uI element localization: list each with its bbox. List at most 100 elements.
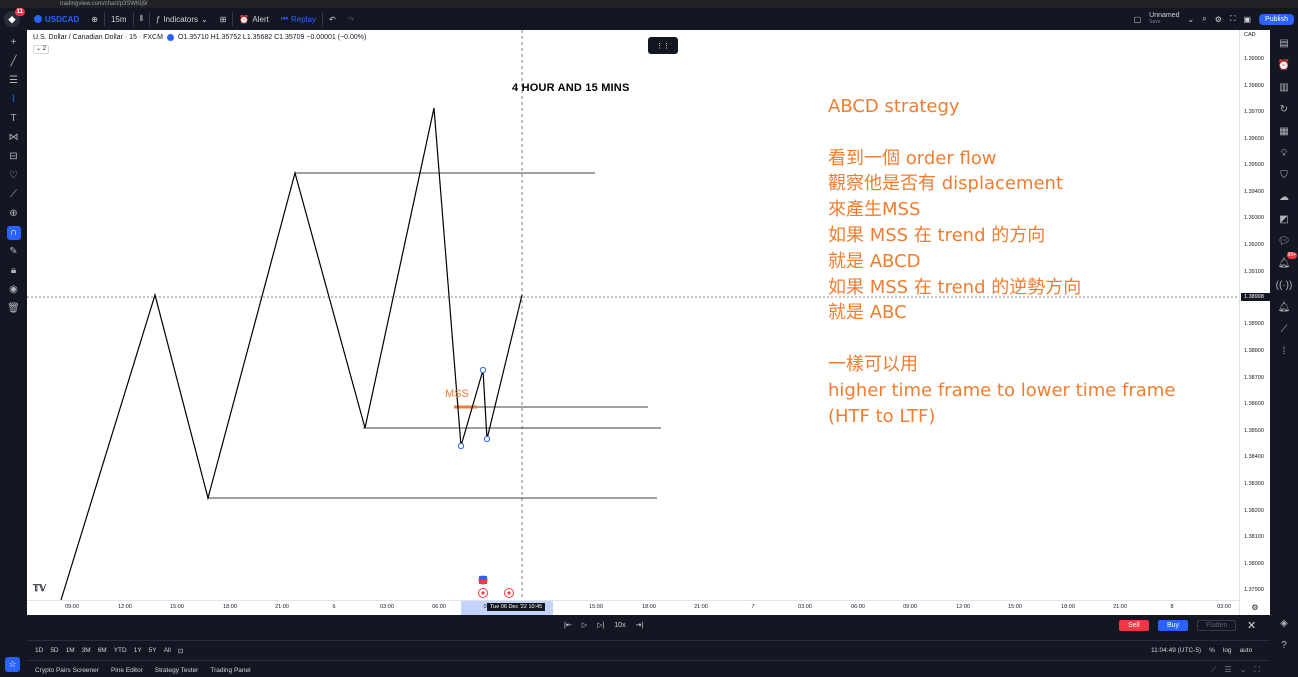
- legend-title: U.S. Dollar / Canadian Dollar · 15 · FXC…: [33, 34, 163, 41]
- layout-name-button[interactable]: Unnamed Save: [1149, 12, 1179, 26]
- data-window-icon[interactable]: ▥: [1277, 80, 1291, 94]
- layouts-button[interactable]: ⊞: [214, 8, 233, 30]
- percent-toggle[interactable]: %: [1209, 647, 1215, 654]
- streams-icon[interactable]: ◩: [1277, 212, 1291, 226]
- time-tick-label: 03:00: [798, 604, 812, 610]
- ruler-icon[interactable]: ⟋: [7, 188, 21, 202]
- clock-timezone[interactable]: 11:04:49 (UTC-5): [1151, 647, 1201, 654]
- gear-icon[interactable]: ⚙: [1215, 15, 1222, 24]
- ideas-lightbulb-icon[interactable]: 💡︎: [1277, 146, 1291, 160]
- price-tick-label: 1.38000: [1244, 561, 1264, 567]
- broadcast-icon[interactable]: ((·)): [1276, 278, 1293, 292]
- series-legend[interactable]: U.S. Dollar / Canadian Dollar · 15 · FXC…: [33, 34, 366, 41]
- bottom-tab[interactable]: Trading Panel: [210, 667, 250, 674]
- range-button[interactable]: YTD: [114, 647, 127, 655]
- exit-replay-icon[interactable]: ⇥|: [636, 621, 644, 629]
- auto-toggle[interactable]: auto: [1240, 647, 1253, 654]
- search-icon[interactable]: ⌕: [1202, 14, 1206, 24]
- range-button[interactable]: 5D: [50, 647, 58, 655]
- chevron-down-icon[interactable]: ⌄: [1188, 15, 1195, 24]
- interval-button[interactable]: 15m: [105, 8, 133, 30]
- range-button[interactable]: 6M: [98, 647, 107, 655]
- zoom-in-icon[interactable]: ⊕: [7, 207, 21, 221]
- replay-speed[interactable]: 10x: [614, 622, 625, 629]
- close-replay-icon[interactable]: ✕: [1247, 619, 1256, 632]
- note-line: 如果 MSS 在 trend 的逆勢方向: [828, 276, 1082, 298]
- undo-button[interactable]: ↶: [323, 8, 342, 30]
- fullscreen-icon[interactable]: ⛶: [1230, 14, 1236, 24]
- star-favorites-icon[interactable]: ☆: [5, 657, 20, 672]
- hotlist-icon[interactable]: ↻: [1277, 102, 1291, 116]
- comments-icon[interactable]: 💬︎: [1277, 234, 1291, 248]
- layers-icon[interactable]: ◈: [1277, 616, 1291, 630]
- measure-ruler-icon[interactable]: ⊟: [7, 150, 21, 164]
- price-tick-label: 1.38800: [1244, 348, 1264, 354]
- browser-url[interactable]: tradingview.com/chart/p3SWKlj9/: [60, 1, 148, 7]
- pattern-icon[interactable]: ⌇: [7, 93, 21, 107]
- currency-label[interactable]: CAD: [1244, 32, 1256, 38]
- price-tick-label: 1.39200: [1244, 242, 1264, 248]
- range-button[interactable]: 1M: [66, 647, 75, 655]
- publish-button[interactable]: Publish: [1259, 13, 1294, 25]
- symbol-search-button[interactable]: USDCAD: [28, 8, 85, 30]
- magnet-icon[interactable]: ∩: [6, 226, 21, 240]
- signal-chart-icon[interactable]: ⟋: [1277, 322, 1291, 336]
- step-forward-icon[interactable]: ▷|: [597, 621, 604, 629]
- log-toggle[interactable]: log: [1223, 647, 1232, 654]
- bottom-tab[interactable]: Crypto Pairs Screener: [35, 667, 99, 674]
- camera-icon[interactable]: ▣: [1243, 15, 1251, 24]
- tv-logo-icon: ◆: [8, 13, 16, 24]
- minimize-icon[interactable]: ⌄: [1240, 665, 1247, 675]
- strategy-icon[interactable]: ⟋: [1211, 665, 1217, 675]
- range-button[interactable]: 1Y: [134, 647, 142, 655]
- chart-pane[interactable]: U.S. Dollar / Canadian Dollar · 15 · FXC…: [27, 30, 1239, 615]
- time-tick-label: 03:00: [1217, 604, 1231, 610]
- dom-icon[interactable]: ⁞: [1277, 344, 1291, 358]
- flatten-button[interactable]: Flatten: [1197, 620, 1237, 631]
- buy-button[interactable]: Buy: [1158, 620, 1189, 631]
- lock-icon[interactable]: 🔒︎: [7, 264, 21, 278]
- trash-icon[interactable]: 🗑︎: [7, 302, 21, 316]
- play-icon[interactable]: ▷: [582, 621, 587, 629]
- help-icon[interactable]: ?: [1277, 638, 1291, 652]
- notifications-icon[interactable]: 🔔︎ 99+: [1277, 252, 1297, 270]
- compare-symbol-button[interactable]: ⊕: [85, 8, 104, 30]
- bottom-tab[interactable]: Pine Editor: [111, 667, 143, 674]
- shield-icon[interactable]: ⛉: [1277, 168, 1291, 182]
- range-button[interactable]: 3M: [82, 647, 91, 655]
- watchlist-icon[interactable]: ▤: [1277, 36, 1291, 50]
- alerts-clock-icon[interactable]: ⏰: [1277, 58, 1291, 72]
- user-avatar[interactable]: ◆ 11: [4, 8, 25, 27]
- goto-date-icon[interactable]: ⊡: [178, 647, 183, 655]
- pencil-lock-icon[interactable]: ✎: [7, 245, 21, 259]
- list-icon[interactable]: ☰: [1225, 665, 1232, 675]
- jump-to-icon[interactable]: |⇤: [564, 621, 572, 629]
- horizontal-lines-icon[interactable]: ☰: [7, 74, 21, 88]
- chat-icon[interactable]: ☁: [1277, 190, 1291, 204]
- bottom-tab[interactable]: Strategy Tester: [155, 667, 199, 674]
- price-axis[interactable]: CAD 1.39900 1.39800 1.39700 1.39600 1.39500 1…: [1239, 30, 1271, 600]
- layout-square-icon[interactable]: ▢: [1134, 15, 1142, 24]
- replay-button[interactable]: ⏮ Replay: [275, 8, 322, 30]
- calendar-icon[interactable]: ▦: [1277, 124, 1291, 138]
- heart-icon[interactable]: ♡: [7, 169, 21, 183]
- sell-button[interactable]: Sell: [1119, 620, 1149, 631]
- time-axis[interactable]: 09:00 12:00 15:00 18:00 21:00 6 03:00 06:00 0 15:…: [27, 600, 1239, 615]
- indicators-button[interactable]: ƒ Indicators ⌄: [150, 8, 214, 30]
- alert-bell-icon[interactable]: 🔔︎: [1277, 300, 1291, 314]
- crosshair-icon[interactable]: +: [7, 36, 21, 50]
- chart-type-button[interactable]: ⫴: [134, 8, 149, 30]
- legend-collapse-toggle[interactable]: ⌄ 2: [33, 45, 50, 54]
- eye-icon[interactable]: ◉: [7, 283, 21, 297]
- chart-settings-button[interactable]: ⚙: [1239, 600, 1270, 615]
- range-button[interactable]: All: [164, 647, 171, 655]
- trend-line-icon[interactable]: ╱: [7, 55, 21, 69]
- redo-button[interactable]: ↷: [342, 8, 361, 30]
- maximize-icon[interactable]: ⛶: [1254, 665, 1260, 675]
- text-icon[interactable]: T: [7, 112, 21, 126]
- range-button[interactable]: 1D: [35, 647, 43, 655]
- pattern-xabcd-icon[interactable]: ⋈: [7, 131, 21, 145]
- floating-toolbar-button[interactable]: ⋮⋮: [648, 37, 678, 54]
- range-button[interactable]: 5Y: [149, 647, 157, 655]
- alert-button[interactable]: ⏰ Alert: [233, 8, 274, 30]
